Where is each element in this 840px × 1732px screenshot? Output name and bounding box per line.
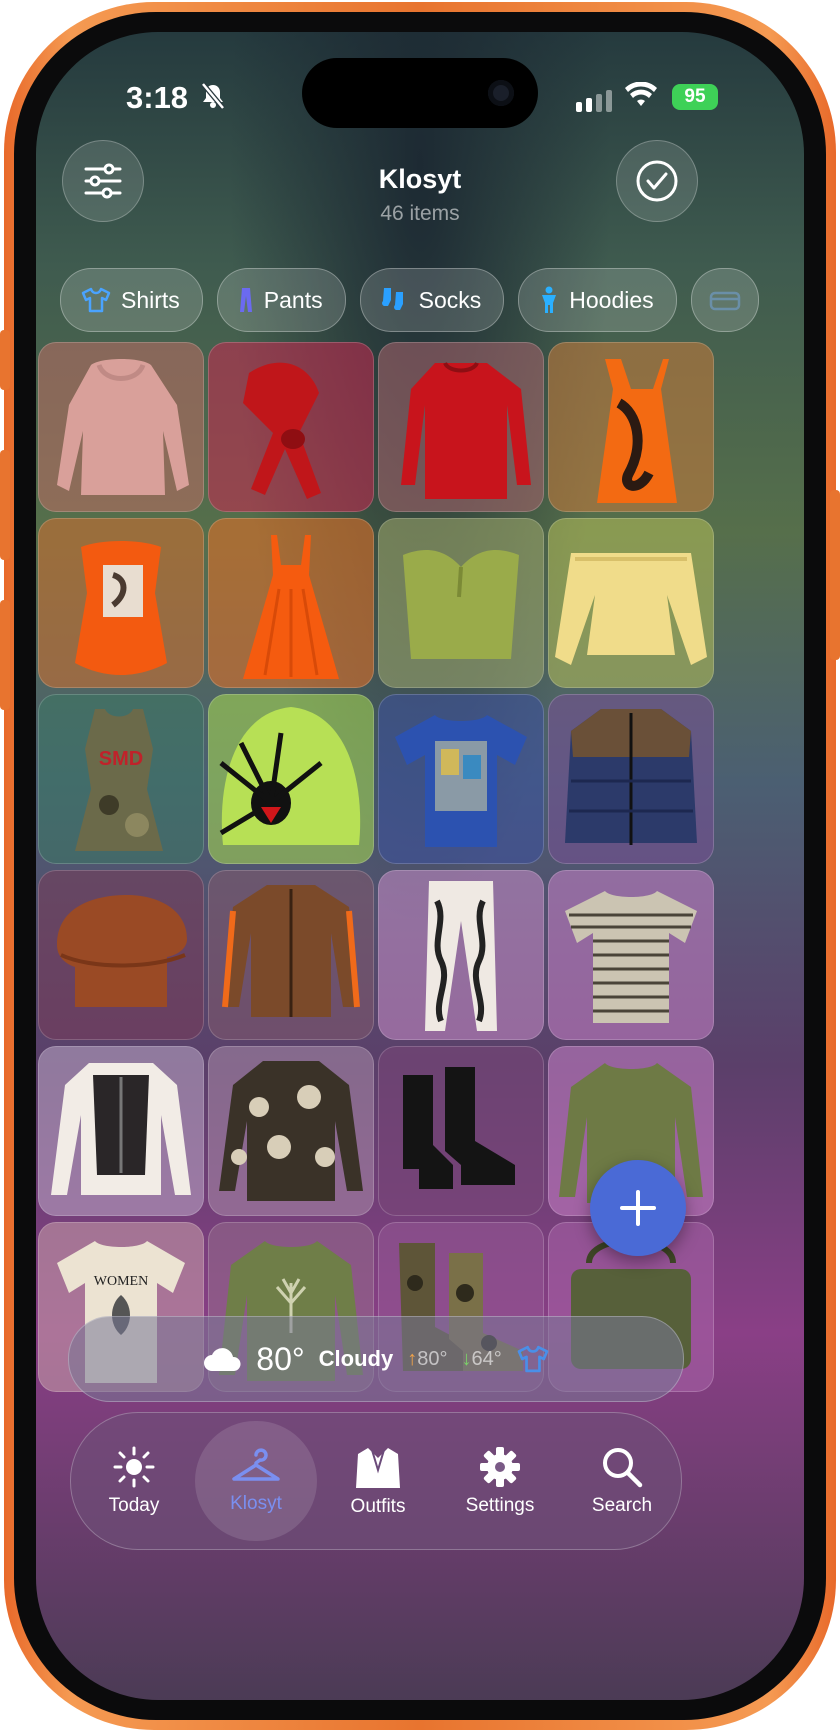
item-tile[interactable] [548,342,714,512]
cellular-signal-icon [576,90,612,112]
arrow-down-icon: ↓ [461,1347,472,1370]
item-tile[interactable]: SMD [38,694,204,864]
item-tile[interactable] [208,1046,374,1216]
tshirt-icon [81,287,111,313]
wifi-icon [624,81,658,113]
chip-hoodies[interactable]: Hoodies [518,268,677,332]
item-tile[interactable] [378,342,544,512]
hanger-icon [232,1448,280,1481]
cloud-icon [204,1348,241,1371]
item-tile[interactable] [208,342,374,512]
item-tile[interactable] [378,1046,544,1216]
tab-label: Today [108,1495,160,1516]
weather-high-value: 80° [417,1347,448,1370]
chip-label: Socks [418,286,482,313]
pants-icon [239,288,252,312]
item-tile[interactable] [548,694,714,864]
chip-socks[interactable]: Socks [359,268,505,332]
tab-search[interactable]: Search [561,1413,683,1549]
weather-temp: 80° [256,1340,305,1377]
svg-text:WOMEN: WOMEN [94,1274,148,1289]
bell-slash-icon [200,82,226,117]
category-chips: Shirts Pants Socks Hoodies [60,268,759,332]
svg-text:SMD: SMD [99,748,143,770]
weather-condition: Cloudy [318,1346,394,1371]
tshirt-icon [517,1345,549,1373]
tab-klosyt[interactable]: Klosyt [195,1421,317,1541]
checkmark-circle-icon [636,160,678,202]
chip-label: Hoodies [569,286,654,313]
action-button [0,330,10,390]
item-tile[interactable] [38,518,204,688]
tab-label: Settings [465,1495,535,1516]
add-item-button[interactable] [590,1160,686,1256]
item-tile[interactable] [208,518,374,688]
item-tile[interactable] [208,870,374,1040]
weather-low: ↓64° [461,1348,501,1371]
weather-bar[interactable]: 80° Cloudy ↑80° ↓64° [68,1316,684,1402]
item-tile[interactable] [38,342,204,512]
volume-up-button [0,450,10,560]
item-tile[interactable] [548,518,714,688]
item-tile[interactable] [378,518,544,688]
tab-settings[interactable]: Settings [439,1413,561,1549]
item-tile[interactable] [378,694,544,864]
socks-icon [381,288,403,310]
item-tile[interactable] [378,870,544,1040]
weather-low-value: 64° [471,1347,502,1370]
battery-indicator: 95 [672,84,718,110]
screen: 3:18 95 Klosyt 46 items Shirts Pants Soc… [36,32,804,1700]
tab-today[interactable]: Today [73,1413,195,1549]
chip-jackets[interactable] [690,268,759,332]
tab-label: Klosyt [230,1493,282,1514]
chip-label: Shirts [121,286,180,313]
chip-shirts[interactable]: Shirts [60,268,203,332]
item-tile[interactable] [38,870,204,1040]
status-time: 3:18 [126,80,189,115]
person-icon [542,286,557,313]
chip-label: Pants [263,286,323,313]
sun-icon [113,1446,155,1488]
gear-icon [480,1447,520,1487]
jacket-icon [709,291,740,311]
tab-outfits[interactable]: Outfits [317,1413,439,1549]
tab-label: Search [591,1495,653,1516]
item-tile[interactable] [38,1046,204,1216]
select-button[interactable] [616,140,698,222]
camera-icon [488,80,514,106]
volume-down-button [0,600,10,710]
chip-pants[interactable]: Pants [216,268,346,332]
power-button [830,490,840,660]
battery-level: 95 [684,86,706,107]
suit-icon [356,1448,400,1488]
magnifier-icon [603,1448,643,1488]
tab-label: Outfits [350,1496,406,1517]
weather-high: ↑80° [407,1348,447,1371]
arrow-up-icon: ↑ [407,1347,418,1370]
dynamic-island [302,58,538,128]
plus-icon [620,1190,656,1226]
item-tile[interactable] [548,870,714,1040]
item-tile[interactable] [208,694,374,864]
tab-bar: Today Klosyt Outfits Settings Search [70,1412,682,1550]
